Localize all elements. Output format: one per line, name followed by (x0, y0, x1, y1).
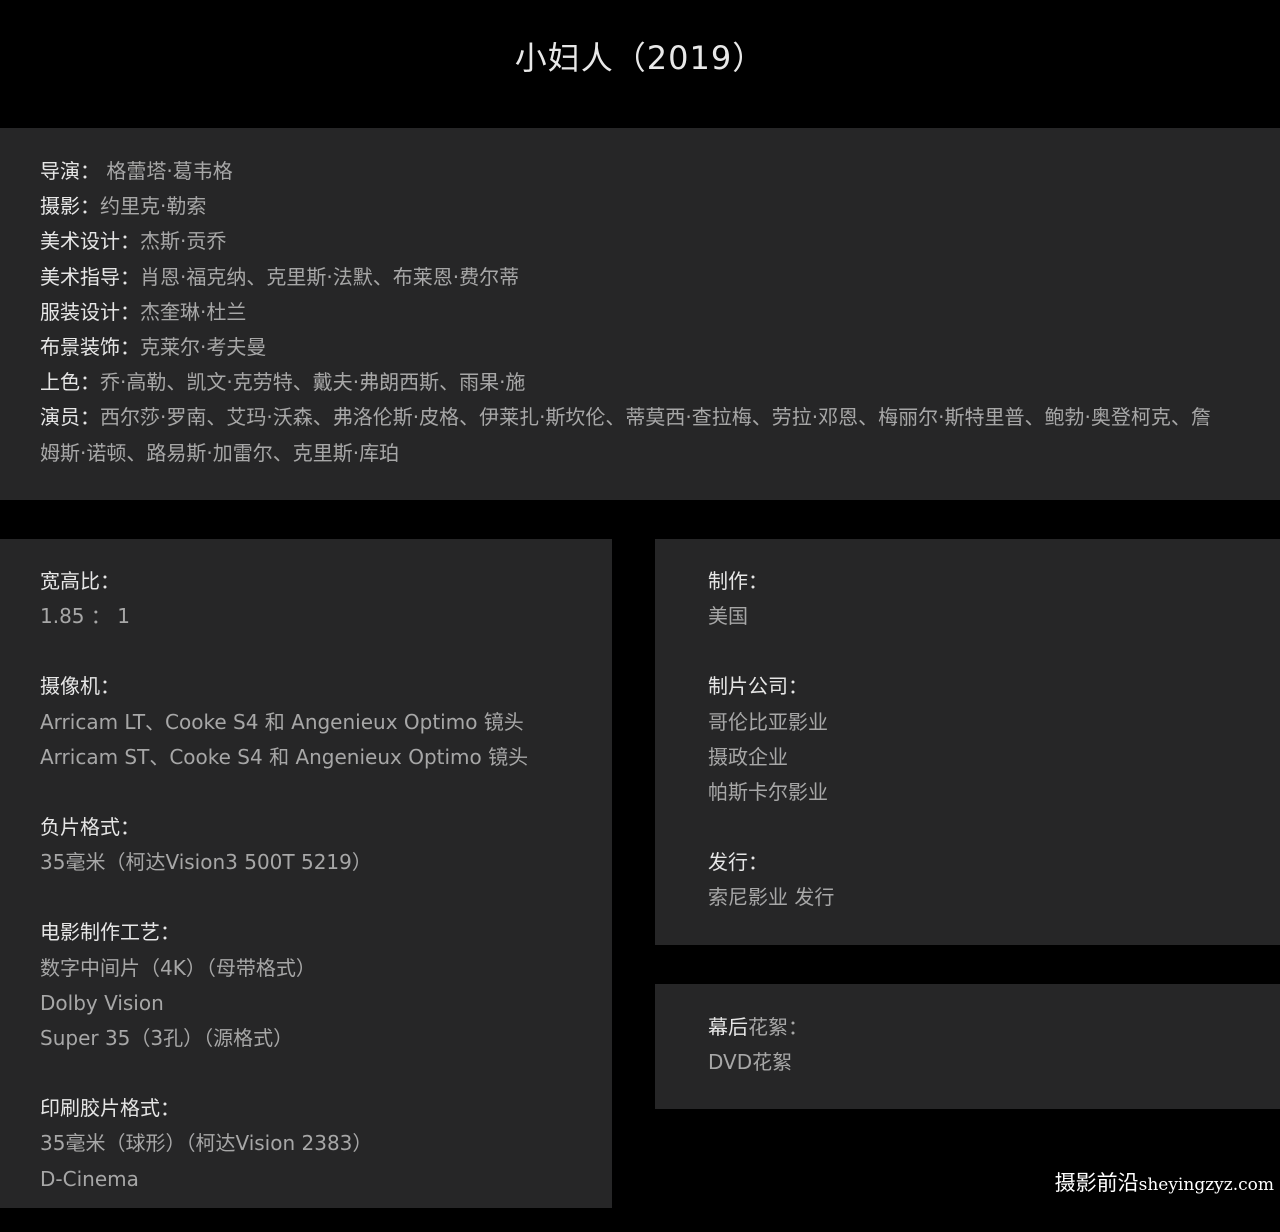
credit-label: 服装设计： (40, 299, 140, 324)
info-production-companies: 制片公司： 哥伦比亚影业 摄政企业 帕斯卡尔影业 (708, 669, 1268, 810)
credit-label: 导演： (40, 159, 100, 183)
credit-label: 上色： (40, 370, 100, 395)
info-value: 帕斯卡尔影业 (708, 780, 828, 805)
spec-aspect-ratio: 宽高比： 1.85 ： 1 (40, 564, 600, 634)
credit-value: 克莱尔·考夫曼 (140, 335, 267, 360)
info-production: 制作： 美国 (708, 564, 1268, 634)
credit-value: 格蕾塔·葛韦格 (100, 159, 233, 183)
spec-value: 35毫米（球形）（柯达Vision 2383） (40, 1131, 373, 1156)
technical-specs: 宽高比： 1.85 ： 1 摄像机： Arricam LT、Cooke S4 和… (40, 564, 600, 1232)
spec-value: 数字中间片（4K）（母带格式） (40, 955, 316, 980)
page-title: 小妇人（2019） (514, 39, 766, 77)
production-info: 制作： 美国 制片公司： 哥伦比亚影业 摄政企业 帕斯卡尔影业 发行： 索尼影业… (708, 564, 1268, 951)
credit-cast: 演员：西尔莎·罗南、艾玛·沃森、弗洛伦斯·皮格、伊莱扎·斯坎伦、蒂莫西·查拉梅、… (40, 400, 1220, 470)
info-value: 哥伦比亚影业 (708, 709, 828, 734)
spec-negative-format: 负片格式： 35毫米（柯达Vision3 500T 5219） (40, 810, 600, 880)
spec-title: 电影制作工艺： (40, 920, 180, 945)
credit-value: 肖恩·福克纳、克里斯·法默、布莱恩·费尔蒂 (140, 264, 520, 289)
spec-title: 印刷胶片格式： (40, 1096, 180, 1121)
credit-costume-design: 服装设计：杰奎琳·杜兰 (40, 295, 1220, 330)
credit-cinematography: 摄影：约里克·勒索 (40, 189, 1220, 224)
credit-set-decoration: 布景装饰：克莱尔·考夫曼 (40, 330, 1220, 365)
spec-printed-film-format: 印刷胶片格式： 35毫米（球形）（柯达Vision 2383） D-Cinema (40, 1091, 600, 1197)
spec-value: D-Cinema (40, 1166, 139, 1191)
info-title: 制片公司： (708, 674, 808, 699)
bts-value: DVD花絮 (708, 1050, 793, 1075)
info-distribution: 发行： 索尼影业 发行 (708, 845, 1268, 915)
credit-label: 布景装饰： (40, 335, 140, 360)
credit-director: 导演： 格蕾塔·葛韦格 (40, 154, 1220, 189)
spec-value: Arricam ST、Cooke S4 和 Angenieux Optimo 镜… (40, 744, 529, 769)
credit-label: 演员： (40, 405, 100, 430)
credit-colorist: 上色：乔·高勒、凯文·克劳特、戴夫·弗朗西斯、雨果·施 (40, 365, 1220, 400)
site-watermark: 摄影前沿sheyingzyz.com (1055, 1170, 1274, 1198)
bts-title: 幕后花絮： (708, 1010, 1268, 1045)
spec-value: 35毫米（柯达Vision3 500T 5219） (40, 850, 372, 875)
bts-title-strong: 幕后 (708, 1015, 748, 1039)
credit-value: 西尔莎·罗南、艾玛·沃森、弗洛伦斯·皮格、伊莱扎·斯坎伦、蒂莫西·查拉梅、劳拉·… (40, 405, 1211, 465)
credit-label: 摄影： (40, 194, 100, 219)
credit-label: 美术指导： (40, 264, 140, 289)
watermark-latin: sheyingzyz.com (1138, 1175, 1274, 1195)
credit-value: 约里克·勒索 (100, 194, 207, 219)
spec-title: 摄像机： (40, 674, 120, 699)
bts-title-rest: 花絮： (748, 1015, 808, 1039)
spec-value: 1.85 ： 1 (40, 604, 130, 629)
credit-production-design: 美术设计：杰斯·贡乔 (40, 224, 1220, 259)
info-value: 美国 (708, 604, 748, 629)
credit-value: 乔·高勒、凯文·克劳特、戴夫·弗朗西斯、雨果·施 (100, 370, 526, 395)
spec-value: Dolby Vision (40, 990, 164, 1015)
info-value: 索尼影业 发行 (708, 885, 835, 910)
spec-value: Super 35（3孔）（源格式） (40, 1026, 294, 1051)
spec-title: 负片格式： (40, 815, 140, 840)
info-title: 制作： (708, 569, 768, 593)
watermark-cn: 摄影前沿 (1054, 1171, 1139, 1195)
credit-label: 美术设计： (40, 229, 140, 254)
credits-list: 导演： 格蕾塔·葛韦格 摄影：约里克·勒索 美术设计：杰斯·贡乔 美术指导：肖恩… (40, 154, 1220, 471)
info-value: 摄政企业 (708, 744, 788, 769)
credit-value: 杰奎琳·杜兰 (140, 299, 247, 324)
spec-title: 宽高比： (40, 569, 120, 593)
credit-value: 杰斯·贡乔 (140, 229, 227, 254)
info-title: 发行： (708, 850, 768, 875)
spec-value: Arricam LT、Cooke S4 和 Angenieux Optimo 镜… (40, 709, 524, 734)
spec-camera: 摄像机： Arricam LT、Cooke S4 和 Angenieux Opt… (40, 669, 600, 775)
behind-the-scenes: 幕后花絮： DVD花絮 (708, 1010, 1268, 1080)
spec-cinematographic-process: 电影制作工艺： 数字中间片（4K）（母带格式） Dolby Vision Sup… (40, 915, 600, 1056)
credit-art-direction: 美术指导：肖恩·福克纳、克里斯·法默、布莱恩·费尔蒂 (40, 260, 1220, 295)
